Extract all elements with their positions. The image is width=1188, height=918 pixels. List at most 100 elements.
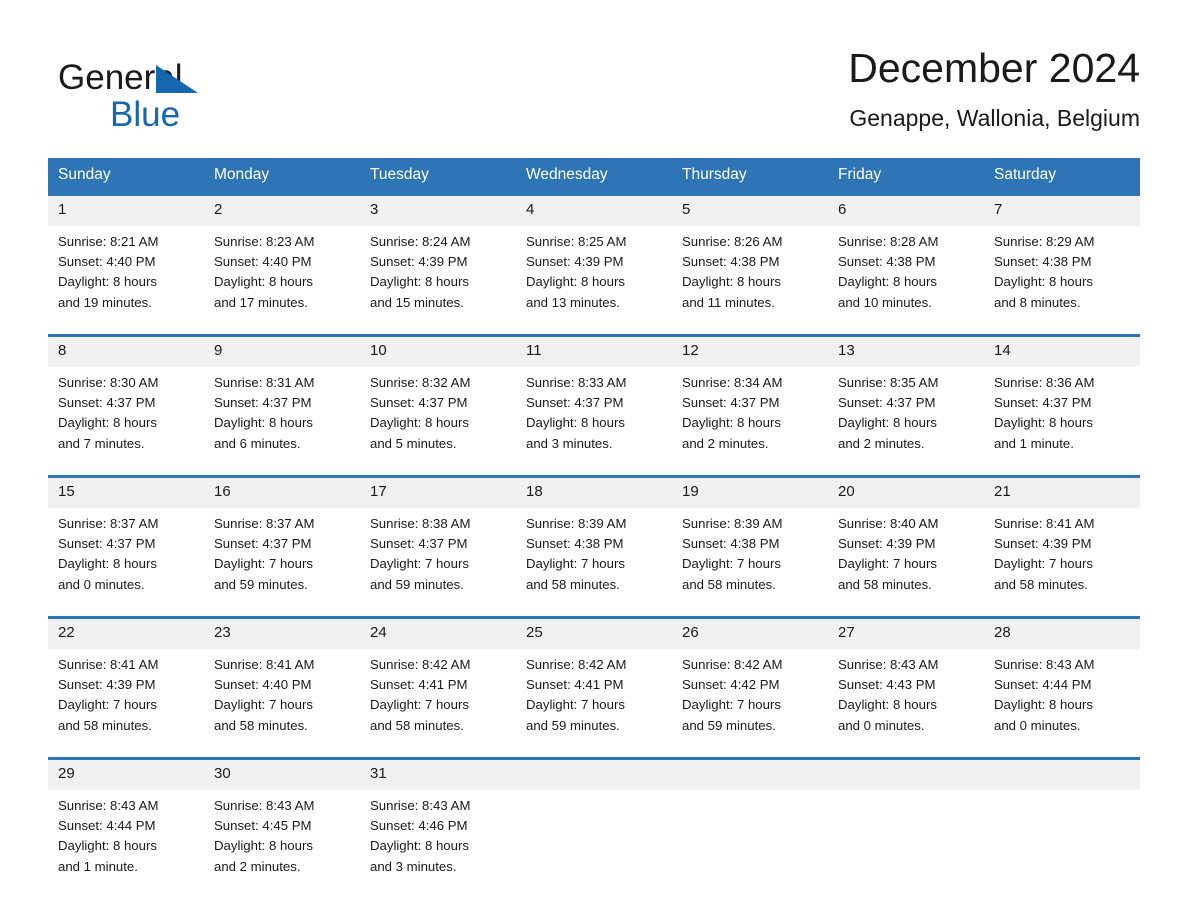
- daylight-text-line1: Daylight: 7 hours: [526, 556, 625, 572]
- day-cell[interactable]: 29 Sunrise: 8:43 AM Sunset: 4:44 PM Dayl…: [48, 758, 204, 888]
- day-cell[interactable]: 31 Sunrise: 8:43 AM Sunset: 4:46 PM Dayl…: [360, 758, 516, 888]
- day-cell[interactable]: 4 Sunrise: 8:25 AM Sunset: 4:39 PM Dayli…: [516, 194, 672, 324]
- day-details: Sunrise: 8:42 AM Sunset: 4:42 PM Dayligh…: [672, 649, 828, 736]
- calendar-header-row: Sunday Monday Tuesday Wednesday Thursday…: [48, 158, 1140, 195]
- day-number: [672, 760, 828, 790]
- sunrise-text: Sunrise: 8:40 AM: [838, 516, 939, 531]
- day-number: 16: [204, 478, 360, 508]
- daylight-text-line2: and 58 minutes.: [994, 576, 1088, 592]
- day-number: 25: [516, 619, 672, 649]
- weekday-header-thursday: Thursday: [672, 158, 828, 195]
- weekday-header-saturday: Saturday: [984, 158, 1140, 195]
- day-cell[interactable]: 21 Sunrise: 8:41 AM Sunset: 4:39 PM Dayl…: [984, 476, 1140, 606]
- sunrise-text: Sunrise: 8:37 AM: [58, 516, 159, 531]
- calendar-week-row: 22 Sunrise: 8:41 AM Sunset: 4:39 PM Dayl…: [48, 617, 1140, 747]
- day-cell[interactable]: 24 Sunrise: 8:42 AM Sunset: 4:41 PM Dayl…: [360, 617, 516, 747]
- day-cell[interactable]: 25 Sunrise: 8:42 AM Sunset: 4:41 PM Dayl…: [516, 617, 672, 747]
- daylight-text-line2: and 19 minutes.: [58, 294, 152, 310]
- day-number: 5: [672, 196, 828, 226]
- daylight-text-line2: and 58 minutes.: [58, 717, 152, 733]
- day-cell[interactable]: 23 Sunrise: 8:41 AM Sunset: 4:40 PM Dayl…: [204, 617, 360, 747]
- day-cell[interactable]: 20 Sunrise: 8:40 AM Sunset: 4:39 PM Dayl…: [828, 476, 984, 606]
- day-cell[interactable]: 27 Sunrise: 8:43 AM Sunset: 4:43 PM Dayl…: [828, 617, 984, 747]
- daylight-text-line2: and 5 minutes.: [370, 435, 457, 451]
- day-cell[interactable]: 11 Sunrise: 8:33 AM Sunset: 4:37 PM Dayl…: [516, 335, 672, 465]
- sunrise-text: Sunrise: 8:34 AM: [682, 375, 783, 390]
- calendar-week-row: 1 Sunrise: 8:21 AM Sunset: 4:40 PM Dayli…: [48, 194, 1140, 324]
- day-details: Sunrise: 8:32 AM Sunset: 4:37 PM Dayligh…: [360, 367, 516, 454]
- day-cell[interactable]: 17 Sunrise: 8:38 AM Sunset: 4:37 PM Dayl…: [360, 476, 516, 606]
- daylight-text-line1: Daylight: 8 hours: [58, 415, 157, 431]
- day-cell[interactable]: 22 Sunrise: 8:41 AM Sunset: 4:39 PM Dayl…: [48, 617, 204, 747]
- sunset-text: Sunset: 4:46 PM: [370, 818, 468, 834]
- day-cell[interactable]: 19 Sunrise: 8:39 AM Sunset: 4:38 PM Dayl…: [672, 476, 828, 606]
- day-cell[interactable]: 9 Sunrise: 8:31 AM Sunset: 4:37 PM Dayli…: [204, 335, 360, 465]
- daylight-text-line1: Daylight: 8 hours: [682, 274, 781, 290]
- daylight-text-line2: and 10 minutes.: [838, 294, 932, 310]
- week-spacer-cell: [48, 747, 1140, 759]
- day-number: 7: [984, 196, 1140, 226]
- day-cell-empty: [828, 758, 984, 888]
- sunrise-text: Sunrise: 8:42 AM: [682, 657, 783, 672]
- day-number: 9: [204, 337, 360, 367]
- sunset-text: Sunset: 4:39 PM: [58, 677, 156, 693]
- day-cell[interactable]: 6 Sunrise: 8:28 AM Sunset: 4:38 PM Dayli…: [828, 194, 984, 324]
- day-details: Sunrise: 8:43 AM Sunset: 4:46 PM Dayligh…: [360, 790, 516, 877]
- day-cell[interactable]: 8 Sunrise: 8:30 AM Sunset: 4:37 PM Dayli…: [48, 335, 204, 465]
- daylight-text-line2: and 2 minutes.: [214, 858, 301, 874]
- page-header: General Blue December 2024 Genappe, Wall…: [48, 40, 1140, 150]
- daylight-text-line2: and 58 minutes.: [526, 576, 620, 592]
- day-cell[interactable]: 2 Sunrise: 8:23 AM Sunset: 4:40 PM Dayli…: [204, 194, 360, 324]
- sunset-text: Sunset: 4:39 PM: [370, 254, 468, 270]
- daylight-text-line2: and 11 minutes.: [682, 294, 775, 310]
- day-cell[interactable]: 26 Sunrise: 8:42 AM Sunset: 4:42 PM Dayl…: [672, 617, 828, 747]
- day-cell[interactable]: 30 Sunrise: 8:43 AM Sunset: 4:45 PM Dayl…: [204, 758, 360, 888]
- day-cell[interactable]: 1 Sunrise: 8:21 AM Sunset: 4:40 PM Dayli…: [48, 194, 204, 324]
- day-number: 31: [360, 760, 516, 790]
- day-cell[interactable]: 13 Sunrise: 8:35 AM Sunset: 4:37 PM Dayl…: [828, 335, 984, 465]
- calendar-week-row: 8 Sunrise: 8:30 AM Sunset: 4:37 PM Dayli…: [48, 335, 1140, 465]
- day-cell[interactable]: 7 Sunrise: 8:29 AM Sunset: 4:38 PM Dayli…: [984, 194, 1140, 324]
- day-details: Sunrise: 8:40 AM Sunset: 4:39 PM Dayligh…: [828, 508, 984, 595]
- day-number: 14: [984, 337, 1140, 367]
- day-cell[interactable]: 3 Sunrise: 8:24 AM Sunset: 4:39 PM Dayli…: [360, 194, 516, 324]
- day-cell[interactable]: 12 Sunrise: 8:34 AM Sunset: 4:37 PM Dayl…: [672, 335, 828, 465]
- daylight-text-line1: Daylight: 7 hours: [58, 697, 157, 713]
- daylight-text-line2: and 1 minute.: [58, 858, 138, 874]
- sunrise-text: Sunrise: 8:43 AM: [58, 798, 159, 813]
- weekday-header-tuesday: Tuesday: [360, 158, 516, 195]
- sunrise-text: Sunrise: 8:30 AM: [58, 375, 159, 390]
- daylight-text-line1: Daylight: 7 hours: [994, 556, 1093, 572]
- sunrise-text: Sunrise: 8:21 AM: [58, 234, 159, 249]
- daylight-text-line2: and 59 minutes.: [370, 576, 464, 592]
- day-details: Sunrise: 8:26 AM Sunset: 4:38 PM Dayligh…: [672, 226, 828, 313]
- day-cell[interactable]: 28 Sunrise: 8:43 AM Sunset: 4:44 PM Dayl…: [984, 617, 1140, 747]
- day-number: [984, 760, 1140, 790]
- daylight-text-line2: and 0 minutes.: [58, 576, 145, 592]
- sunset-text: Sunset: 4:39 PM: [838, 536, 936, 552]
- calendar-page: General Blue December 2024 Genappe, Wall…: [0, 0, 1188, 918]
- day-cell[interactable]: 5 Sunrise: 8:26 AM Sunset: 4:38 PM Dayli…: [672, 194, 828, 324]
- daylight-text-line2: and 58 minutes.: [682, 576, 776, 592]
- day-cell[interactable]: 10 Sunrise: 8:32 AM Sunset: 4:37 PM Dayl…: [360, 335, 516, 465]
- day-details: Sunrise: 8:39 AM Sunset: 4:38 PM Dayligh…: [516, 508, 672, 595]
- day-details: Sunrise: 8:35 AM Sunset: 4:37 PM Dayligh…: [828, 367, 984, 454]
- sunset-text: Sunset: 4:40 PM: [214, 677, 312, 693]
- day-number: 30: [204, 760, 360, 790]
- daylight-text-line1: Daylight: 8 hours: [526, 415, 625, 431]
- title-block: December 2024 Genappe, Wallonia, Belgium: [440, 40, 1140, 135]
- sunrise-text: Sunrise: 8:41 AM: [58, 657, 159, 672]
- day-cell[interactable]: 18 Sunrise: 8:39 AM Sunset: 4:38 PM Dayl…: [516, 476, 672, 606]
- sunset-text: Sunset: 4:40 PM: [58, 254, 156, 270]
- week-spacer-cell: [48, 465, 1140, 477]
- daylight-text-line1: Daylight: 8 hours: [214, 415, 313, 431]
- daylight-text-line1: Daylight: 8 hours: [58, 838, 157, 854]
- sunrise-text: Sunrise: 8:32 AM: [370, 375, 471, 390]
- daylight-text-line2: and 58 minutes.: [370, 717, 464, 733]
- day-cell[interactable]: 15 Sunrise: 8:37 AM Sunset: 4:37 PM Dayl…: [48, 476, 204, 606]
- day-cell[interactable]: 16 Sunrise: 8:37 AM Sunset: 4:37 PM Dayl…: [204, 476, 360, 606]
- day-number: 2: [204, 196, 360, 226]
- day-cell-empty: [672, 758, 828, 888]
- general-blue-logo: General Blue: [58, 50, 318, 140]
- day-cell[interactable]: 14 Sunrise: 8:36 AM Sunset: 4:37 PM Dayl…: [984, 335, 1140, 465]
